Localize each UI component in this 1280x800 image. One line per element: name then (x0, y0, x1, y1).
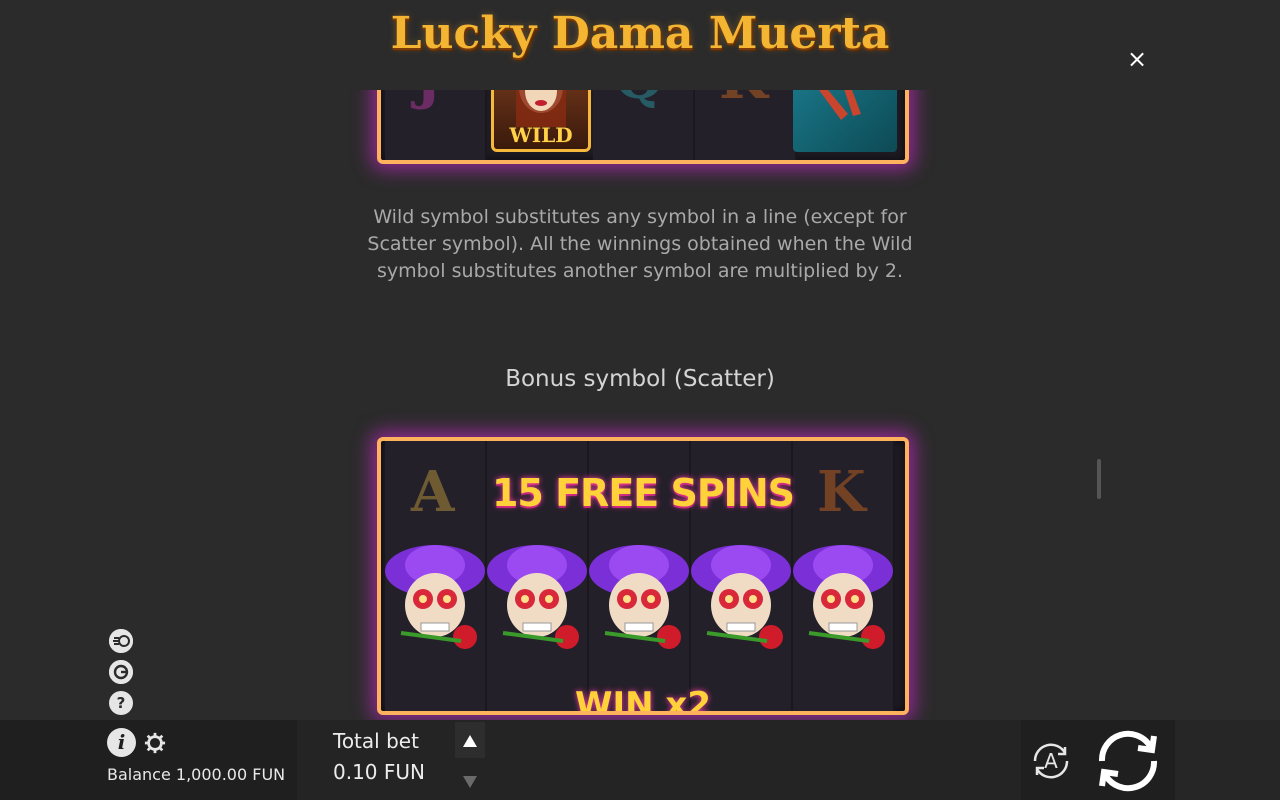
wild-symbol-icon: WILD (491, 90, 591, 152)
scatter-section-title: Bonus symbol (Scatter) (505, 366, 775, 392)
turbo-glyph-icon (109, 629, 133, 653)
symbol-q-icon: Q (615, 90, 664, 112)
skull-scatter-icon (487, 545, 587, 649)
reel-column: J (385, 90, 487, 160)
dancer-shoe-icon (819, 90, 861, 120)
dancer-symbol-icon (793, 90, 897, 152)
wild-label: WILD (509, 123, 573, 147)
total-bet-value: 0.10 FUN (333, 760, 425, 784)
scrollbar-thumb[interactable] (1097, 459, 1101, 499)
game-logo: Lucky Dama Muerta (390, 8, 890, 59)
wild-description: Wild symbol substitutes any symbol in a … (367, 206, 913, 282)
arrow-up-icon (463, 735, 477, 747)
wild-example-reels: J WILD Q K (377, 90, 909, 164)
paytable-content[interactable]: J WILD Q K Wild symbol substitutes any s… (0, 90, 1280, 720)
balance-text: Balance 1,000.00 FUN (107, 765, 286, 784)
history-icon[interactable] (109, 660, 133, 684)
symbol-j-icon: J (415, 90, 442, 112)
help-icon[interactable]: ? (109, 691, 133, 715)
gear-icon[interactable] (144, 732, 166, 754)
skull-scatter-icon (385, 545, 485, 649)
skull-scatter-icon (589, 545, 689, 649)
reel-column: K (695, 90, 797, 160)
autoplay-label: A (1044, 749, 1058, 773)
reel-column: Q (593, 90, 695, 160)
spin-controls: A (1021, 720, 1175, 800)
skull-scatter-icon (691, 545, 791, 649)
bet-decrease-button[interactable] (455, 762, 485, 798)
info-icon[interactable]: i (107, 728, 136, 757)
autoplay-button[interactable]: A (1027, 737, 1075, 785)
spin-button[interactable] (1094, 728, 1162, 794)
symbol-k-icon: K (719, 90, 768, 112)
bet-increase-button[interactable] (455, 722, 485, 758)
history-glyph-icon (109, 660, 133, 684)
bottom-control-bar: i Balance 1,000.00 FUN Total bet 0.10 FU… (0, 720, 1280, 800)
bet-panel: Total bet 0.10 FUN (297, 720, 1021, 800)
free-spins-banner: 15 FREE SPINS (491, 471, 795, 515)
total-bet-label: Total bet (333, 729, 419, 753)
win-multiplier-text: WIN x2 (574, 685, 712, 715)
dama-portrait-icon (516, 90, 566, 127)
arrow-down-icon (463, 776, 477, 788)
turbo-icon[interactable] (109, 629, 133, 653)
close-button[interactable]: × (1124, 46, 1150, 72)
scatter-example-reels: A K 15 FREE SPINS WIN x2 (377, 437, 909, 715)
info-panel: i Balance 1,000.00 FUN (0, 720, 297, 800)
skull-scatter-icon (793, 545, 893, 649)
